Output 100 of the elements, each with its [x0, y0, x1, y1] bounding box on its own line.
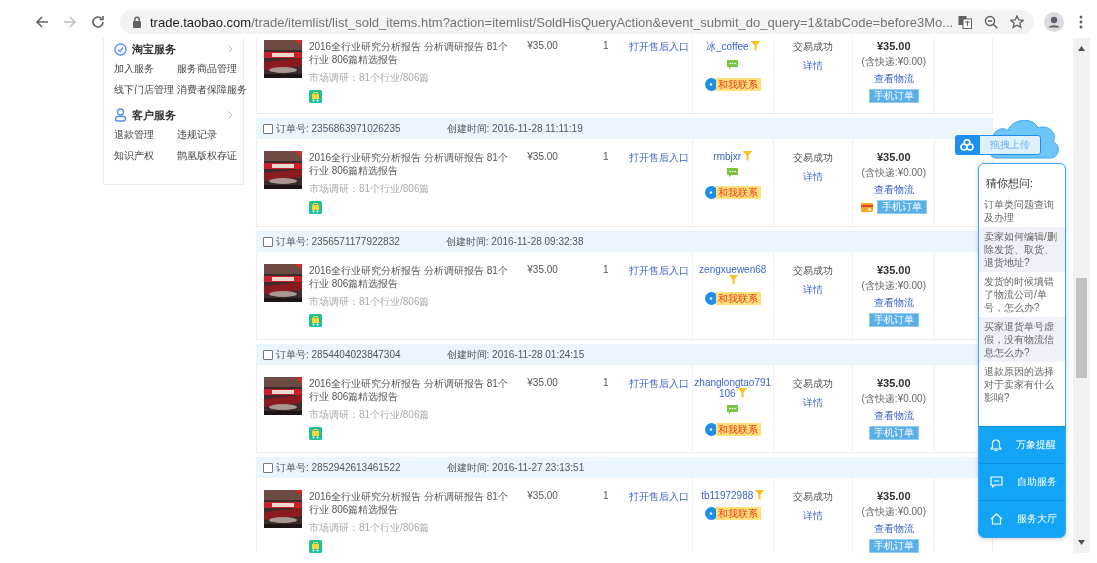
detail-link[interactable]: 详情 — [773, 170, 853, 184]
item-title[interactable]: 2016全行业研究分析报告 分析调研报告 81个行业 806篇精选报告 — [308, 490, 515, 516]
mobile-order-tag: 手机订单 — [868, 426, 919, 440]
bag-icon — [308, 427, 322, 440]
shipping-fee: (含快递:¥0.00) — [860, 392, 927, 406]
sidebar-link[interactable]: 退款管理 — [114, 128, 177, 142]
order-status: 交易成功 — [792, 40, 834, 54]
wangwang-icon — [704, 292, 718, 305]
after-sale-link[interactable]: 打开售后入口 — [629, 265, 690, 276]
checkbox[interactable] — [263, 462, 273, 473]
bag-icon — [308, 314, 322, 327]
shipping-fee: (含快递:¥0.00) — [860, 166, 927, 180]
item-title[interactable]: 2016全行业研究分析报告 分析调研报告 81个行业 806篇精选报告 — [308, 377, 515, 403]
question-link[interactable]: 卖家如何编辑/删除发货、取货、退货地址? — [979, 227, 1065, 272]
order-total: ¥35.00 — [875, 264, 912, 276]
mobile-order-tag: 手机订单 — [868, 539, 919, 553]
buyer-link[interactable]: rmbjxr — [693, 151, 772, 162]
logistics-link[interactable]: 查看物流 — [853, 72, 935, 86]
item-spec: 市场调研：81个行业/806篇 — [308, 295, 431, 309]
after-sale-link[interactable]: 打开售后入口 — [629, 491, 690, 502]
quantity: 1 — [603, 151, 609, 162]
logistics-link[interactable]: 查看物流 — [853, 522, 935, 536]
bag-icon — [308, 90, 322, 103]
buyer-link[interactable]: tb11972988 — [693, 490, 772, 501]
order-total: ¥35.00 — [875, 40, 912, 52]
detail-link[interactable]: 详情 — [773, 396, 853, 410]
buyer-link[interactable]: zengxuewen68 — [693, 264, 772, 286]
person-icon — [114, 108, 127, 122]
created-time: 创建时间: 2016-11-28 01:24:15 — [446, 347, 585, 362]
bag-icon — [308, 201, 322, 214]
sidebar-link[interactable]: 线下门店管理 — [114, 83, 177, 97]
unit-price: ¥35.00 — [527, 151, 558, 162]
cloud-link-icon — [960, 139, 974, 151]
scroll-down-arrow[interactable] — [1078, 540, 1085, 545]
sidebar-link[interactable]: 知识产权 — [114, 149, 177, 163]
account-icon[interactable] — [1044, 12, 1064, 32]
detail-link[interactable]: 详情 — [773, 509, 853, 523]
scrollbar-thumb[interactable] — [1076, 278, 1087, 378]
question-link[interactable]: 买家退货单号虚假，没有物流信息怎么办? — [979, 317, 1065, 362]
detail-link[interactable]: 详情 — [773, 283, 853, 297]
quantity: 1 — [603, 264, 609, 275]
buyer-link[interactable]: zhanglongtao791106 — [693, 377, 772, 399]
logistics-link[interactable]: 查看物流 — [853, 296, 935, 310]
after-sale-link[interactable]: 打开售后入口 — [629, 378, 690, 389]
question-link[interactable]: 发货的时候填错了物流公司/单号，怎么办? — [979, 272, 1065, 317]
item-spec: 市场调研：81个行业/806篇 — [308, 71, 431, 85]
after-sale-link[interactable]: 打开售后入口 — [629, 41, 690, 52]
logistics-link[interactable]: 查看物流 — [853, 409, 935, 423]
question-link[interactable]: 订单类问题查询及办理 — [979, 195, 1065, 227]
item-spec: 市场调研：81个行业/806篇 — [308, 182, 431, 196]
reload-icon[interactable] — [90, 14, 106, 30]
sidebar-link[interactable]: 加入服务 — [114, 62, 177, 76]
sidebar-link[interactable]: 鹊凰版权存证 — [177, 149, 237, 163]
sidebar-link[interactable]: 消费者保障服务 — [177, 83, 247, 97]
home-icon — [990, 513, 1003, 525]
translate-icon[interactable] — [958, 15, 972, 29]
quantity: 1 — [603, 40, 609, 51]
item-title[interactable]: 2016全行业研究分析报告 分析调研报告 81个行业 806篇精选报告 — [308, 151, 515, 177]
section-title: 客户服务 — [132, 107, 176, 123]
address-field[interactable]: trade.taobao.com/trade/itemlist/list_sold_items.htm?action=itemlist/SoldHisQueryAction&event_submit_do_query=1&tabCode=before3Mo... — [120, 10, 1034, 34]
order-total: ¥35.00 — [875, 490, 912, 502]
item-spec: 市场调研：81个行业/806篇 — [308, 521, 431, 535]
back-icon[interactable] — [34, 14, 50, 30]
unit-price: ¥35.00 — [527, 490, 558, 501]
zoom-out-icon[interactable] — [984, 15, 998, 29]
order-status: 交易成功 — [792, 490, 834, 504]
checkbox[interactable] — [263, 349, 273, 360]
item-title[interactable]: 2016全行业研究分析报告 分析调研报告 81个行业 806篇精选报告 — [308, 264, 515, 290]
menu-icon[interactable] — [1079, 15, 1083, 29]
quantity: 1 — [603, 377, 609, 388]
question-link[interactable]: 退款原因的选择对于卖家有什么影响? — [979, 362, 1065, 407]
order-total: ¥35.00 — [875, 377, 912, 389]
item-spec: 市场调研：81个行业/806篇 — [308, 408, 431, 422]
star-icon[interactable] — [1010, 15, 1024, 29]
scroll-up-arrow[interactable] — [1078, 46, 1085, 51]
after-sale-link[interactable]: 打开售后入口 — [629, 152, 690, 163]
message-icon — [990, 476, 1003, 488]
sidebar-link[interactable]: 服务商品管理 — [177, 62, 247, 76]
unit-price: ¥35.00 — [527, 264, 558, 275]
order-number: 订单号: 2854404023847304 — [276, 347, 401, 362]
created-time: 创建时间: 2016-11-27 23:13:51 — [446, 460, 585, 475]
lock-icon — [132, 16, 142, 28]
sidebar-link[interactable]: 违规记录 — [177, 128, 237, 142]
order-status: 交易成功 — [792, 151, 834, 165]
wangwang-icon — [704, 507, 718, 520]
mobile-order-tag: 手机订单 — [868, 89, 919, 103]
detail-link[interactable]: 详情 — [773, 59, 853, 73]
order-number: 订单号: 2852942613461522 — [276, 460, 401, 475]
item-title[interactable]: 2016全行业研究分析报告 分析调研报告 81个行业 806篇精选报告 — [308, 40, 515, 66]
order-number: 订单号: 2356571177922832 — [276, 234, 400, 249]
checkbox[interactable] — [263, 236, 273, 247]
order-status: 交易成功 — [792, 377, 834, 391]
bell-icon — [990, 438, 1002, 452]
created-time: 创建时间: 2016-11-28 11:11:19 — [446, 121, 583, 136]
checkbox[interactable] — [263, 123, 273, 134]
logistics-link[interactable]: 查看物流 — [853, 183, 935, 197]
buyer-link[interactable]: 冰_coffee — [693, 40, 772, 54]
mobile-order-tag: 手机订单 — [868, 313, 919, 327]
section-title: 淘宝服务 — [132, 41, 176, 57]
shipping-fee: (含快递:¥0.00) — [860, 505, 927, 519]
